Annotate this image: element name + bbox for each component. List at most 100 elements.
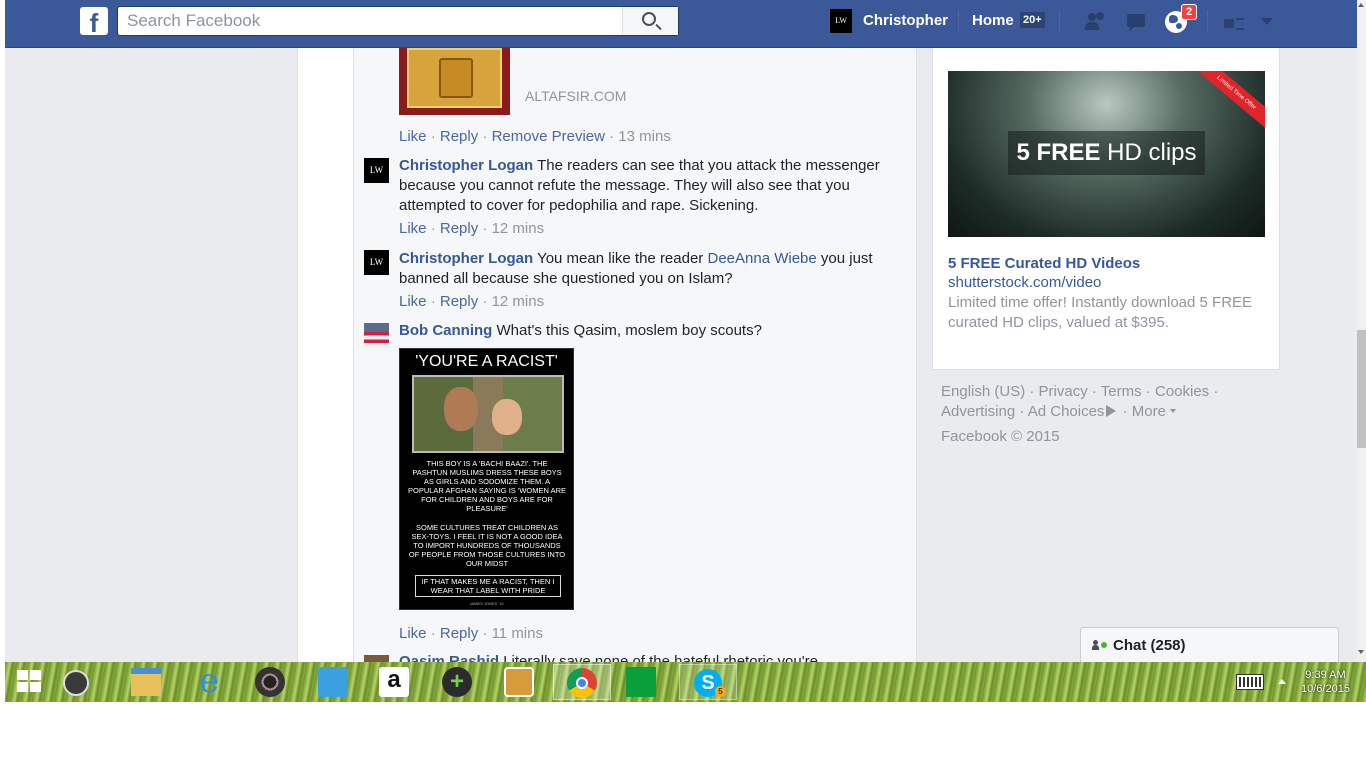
profile-name-link[interactable]: Christopher <box>863 12 948 29</box>
meme-footer-text: IF THAT MAKES ME A RACIST, THEN I WEAR T… <box>415 575 561 597</box>
ad-image-caption: 5 FREE HD clips <box>1008 131 1205 175</box>
meme-photo <box>412 375 564 453</box>
comment-text: Christopher Logan You mean like the read… <box>399 249 889 289</box>
camera-app-icon[interactable] <box>504 667 534 697</box>
comment-action-line: Like · Reply · 11 mins <box>399 625 543 642</box>
commenter-avatar[interactable]: LW <box>364 250 389 275</box>
nav-divider <box>1207 10 1208 32</box>
home-link[interactable]: Home <box>972 12 1014 29</box>
comment-action-line: Like · Reply · 12 mins <box>399 220 545 237</box>
footer-link-privacy[interactable]: Privacy <box>1039 383 1088 400</box>
reply-link[interactable]: Reply <box>440 128 478 145</box>
ad-choices-icon[interactable] <box>1106 405 1117 417</box>
left-column <box>5 48 298 662</box>
chrome-icon <box>567 668 597 698</box>
comment-timestamp[interactable]: 11 mins <box>492 625 543 642</box>
windows-taskbar: e a + S 5 9:39 AM 10/6/2015 <box>5 662 1366 702</box>
online-status-icon <box>1101 642 1107 648</box>
comment-author-link[interactable]: Bob Canning <box>399 322 492 339</box>
footer-link-more[interactable]: More <box>1132 403 1166 420</box>
footer-link-language[interactable]: English (US) <box>941 383 1025 400</box>
facebook-logo-icon[interactable]: f <box>80 7 108 35</box>
chat-sidebar-tab[interactable]: Chat (258) <box>1080 627 1339 662</box>
chat-label: Chat (258) <box>1113 637 1186 654</box>
person-icon <box>1092 640 1099 650</box>
right-column: Limited Time Offer 5 FREE HD clips 5 FRE… <box>917 48 1357 662</box>
profile-avatar[interactable]: LW <box>830 9 852 33</box>
touch-app-icon[interactable] <box>318 667 348 697</box>
meme-credit: JAMES JONES '15 <box>469 601 504 606</box>
friend-requests-icon[interactable] <box>1084 10 1110 34</box>
browser-screen: f LW Christopher Home 20+ 2 ALTAFSIR.COM… <box>5 0 1366 702</box>
commenter-avatar[interactable]: LW <box>364 158 389 183</box>
copyright-text: Facebook © 2015 <box>941 428 1060 445</box>
comment-author-link[interactable]: Christopher Logan <box>399 157 533 174</box>
comment-timestamp[interactable]: 12 mins <box>492 220 545 237</box>
clock-date: 10/6/2015 <box>1301 683 1350 695</box>
ad-title-link[interactable]: 5 FREE Curated HD Videos <box>948 255 1140 272</box>
scroll-up-arrow-icon[interactable] <box>1358 3 1364 7</box>
scroll-down-arrow-icon[interactable] <box>1358 650 1364 654</box>
footer-link-advertising[interactable]: Advertising <box>941 403 1015 420</box>
ad-image[interactable]: Limited Time Offer 5 FREE HD clips <box>948 71 1265 237</box>
link-preview-domain[interactable]: ALTAFSIR.COM <box>525 88 626 104</box>
page-scrollbar[interactable] <box>1357 0 1366 662</box>
show-hidden-icons-icon[interactable] <box>1278 679 1286 684</box>
clock-time: 9:39 AM <box>1305 669 1346 681</box>
touch-keyboard-icon[interactable] <box>1236 674 1264 690</box>
ad-ribbon: Limited Time Offer <box>1188 71 1265 135</box>
media-player-icon[interactable] <box>255 667 285 697</box>
comment-author-link[interactable]: Christopher Logan <box>399 250 533 267</box>
remove-preview-link[interactable]: Remove Preview <box>492 128 605 145</box>
account-settings-chevron-down-icon[interactable] <box>1261 18 1273 25</box>
skype-taskbar-item[interactable]: S 5 <box>679 664 737 700</box>
comment-body: What's this Qasim, moslem boy scouts? <box>496 322 762 339</box>
chrome-taskbar-item[interactable] <box>553 664 611 700</box>
ad-caption-rest: HD clips <box>1100 139 1197 166</box>
link-preview-thumbnail[interactable] <box>399 48 510 115</box>
comment-author-link[interactable]: Qasim Rashid <box>399 653 499 662</box>
reply-link[interactable]: Reply <box>440 293 478 310</box>
sponsored-ad: Limited Time Offer 5 FREE HD clips 5 FRE… <box>932 48 1280 370</box>
reply-link[interactable]: Reply <box>440 220 478 237</box>
ad-domain-link[interactable]: shutterstock.com/video <box>948 274 1101 291</box>
privacy-shortcuts-icon[interactable] <box>1224 15 1244 30</box>
amazon-icon[interactable]: a <box>379 667 409 697</box>
windows-start-button-icon[interactable] <box>17 670 43 694</box>
meme-text: THIS BOY IS A 'BACHI BAAZI'. THE PASHTUN… <box>408 459 566 513</box>
file-explorer-icon[interactable] <box>131 668 161 696</box>
commenter-avatar[interactable] <box>364 323 389 348</box>
nav-divider <box>958 10 959 32</box>
like-link[interactable]: Like <box>399 128 427 145</box>
reply-link[interactable]: Reply <box>440 625 478 642</box>
comment-body: Literally save none of the hateful rheto… <box>503 653 818 662</box>
comment-timestamp[interactable]: 13 mins <box>618 128 671 145</box>
scrollbar-thumb[interactable] <box>1357 330 1366 448</box>
meme-text: SOME CULTURES TREAT CHILDREN AS SEX-TOYS… <box>408 523 566 568</box>
comment-text: Bob Canning What's this Qasim, moslem bo… <box>399 321 889 341</box>
internet-explorer-icon[interactable]: e <box>193 664 225 698</box>
nav-divider <box>1059 10 1060 32</box>
comment-body: You mean like the reader <box>537 250 704 267</box>
comment-timestamp[interactable]: 12 mins <box>492 293 545 310</box>
like-link[interactable]: Like <box>399 293 427 310</box>
like-link[interactable]: Like <box>399 220 427 237</box>
more-caret-icon[interactable] <box>1170 409 1177 413</box>
commenter-avatar[interactable] <box>364 655 389 662</box>
mention-link[interactable]: DeeAnna Wiebe <box>707 250 816 267</box>
app-icon[interactable] <box>63 670 89 696</box>
home-count-badge: 20+ <box>1020 12 1045 28</box>
search-input[interactable] <box>118 7 622 35</box>
taskbar-clock[interactable]: 9:39 AM 10/6/2015 <box>1301 668 1350 696</box>
plus-app-icon[interactable]: + <box>442 667 472 697</box>
footer-link-terms[interactable]: Terms <box>1101 383 1142 400</box>
skype-unread-badge: 5 <box>715 686 726 697</box>
like-link[interactable]: Like <box>399 625 427 642</box>
search-box <box>117 6 679 36</box>
footer-link-cookies[interactable]: Cookies <box>1155 383 1209 400</box>
footer-link-ad-choices[interactable]: Ad Choices <box>1028 403 1105 420</box>
search-button[interactable] <box>622 7 678 35</box>
comment-attached-image[interactable]: 'YOU'RE A RACIST' THIS BOY IS A 'BACHI B… <box>399 348 574 610</box>
messages-icon[interactable] <box>1125 10 1151 34</box>
windows-store-icon[interactable] <box>626 667 656 697</box>
